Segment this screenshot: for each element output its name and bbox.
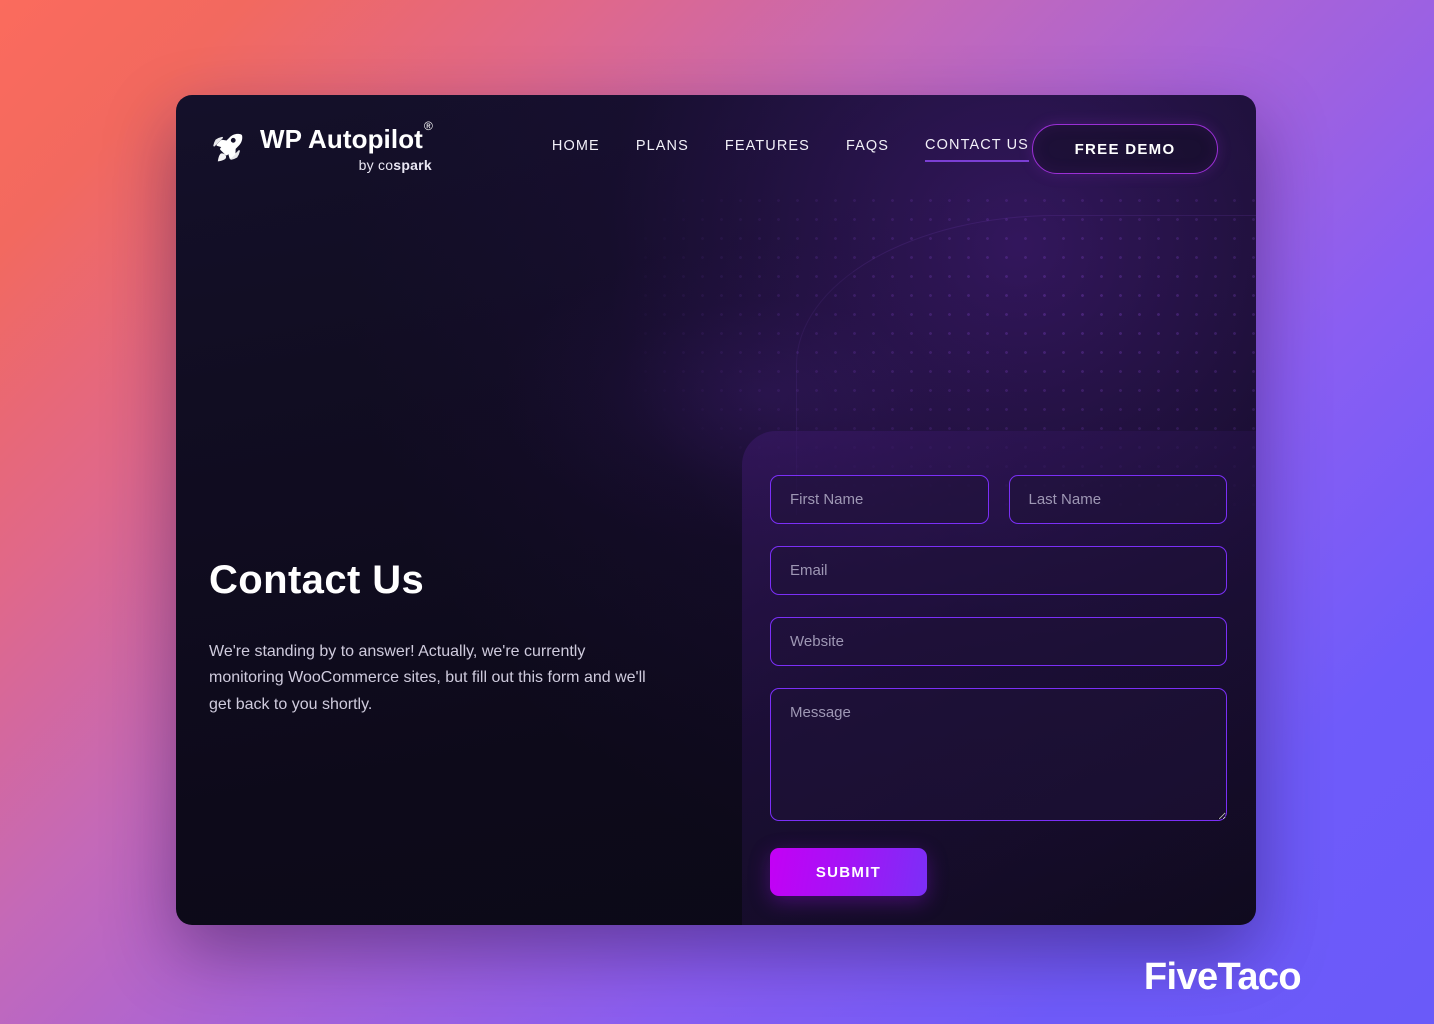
name-row <box>770 475 1227 524</box>
email-input[interactable] <box>770 546 1227 595</box>
brand-title: WP Autopilot® <box>260 120 433 154</box>
brand-text: WP Autopilot® by cospark <box>260 120 433 172</box>
nav-item-contact-us[interactable]: CONTACT US <box>925 137 1029 162</box>
brand-subtitle-light: by co <box>358 157 394 173</box>
last-name-input[interactable] <box>1008 475 1227 524</box>
hero-description: We're standing by to answer! Actually, w… <box>209 643 646 713</box>
nav-item-home[interactable]: HOME <box>552 138 600 161</box>
site-header: WP Autopilot® by cospark HOME PLANS FEAT… <box>176 95 1256 203</box>
nav-item-features[interactable]: FEATURES <box>725 138 810 161</box>
rocket-icon <box>213 133 243 162</box>
first-name-input[interactable] <box>770 475 989 524</box>
message-textarea[interactable] <box>770 688 1227 821</box>
page-title: Contact Us <box>209 558 425 602</box>
hero-copy: Contact Us We're standing by to answer! … <box>209 558 659 718</box>
submit-button[interactable]: SUBMIT <box>770 848 927 896</box>
site-preview-card: WP Autopilot® by cospark HOME PLANS FEAT… <box>176 95 1256 925</box>
free-demo-button[interactable]: FREE DEMO <box>1032 124 1218 174</box>
main-nav: HOME PLANS FEATURES FAQS CONTACT US <box>552 137 1029 162</box>
contact-form: SUBMIT <box>742 431 1256 925</box>
brand-logo[interactable]: WP Autopilot® by cospark <box>209 120 433 172</box>
brand-subtitle: by cospark <box>260 158 432 172</box>
brand-subtitle-bold: spark <box>393 157 432 173</box>
registered-mark: ® <box>423 119 433 134</box>
fivetaco-watermark: FiveTaco <box>1143 956 1302 998</box>
nav-item-faqs[interactable]: FAQS <box>846 138 889 161</box>
website-input[interactable] <box>770 617 1227 666</box>
nav-item-plans[interactable]: PLANS <box>636 138 689 161</box>
brand-title-text: WP Autopilot <box>260 124 423 154</box>
site-body: Contact Us We're standing by to answer! … <box>176 203 1256 925</box>
